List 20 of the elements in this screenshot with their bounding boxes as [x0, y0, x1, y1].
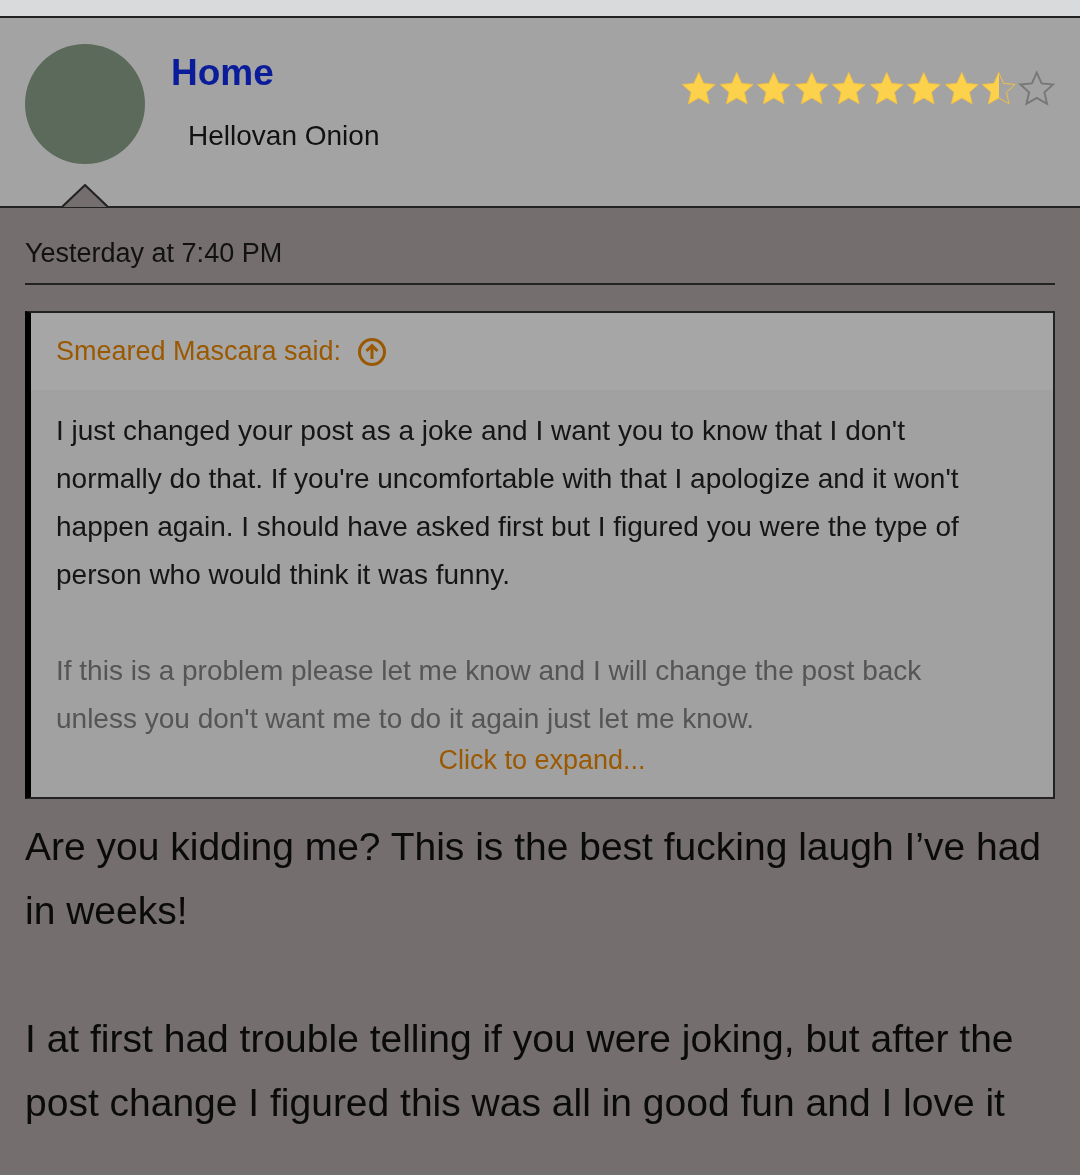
post-paragraph: Are you kidding me? This is the best fucking laugh I’ve had in weeks! [25, 824, 1043, 934]
star-icon [755, 70, 793, 108]
star-icon [980, 70, 1018, 108]
home-link[interactable]: Home [171, 52, 380, 94]
quote-paragraph: If this is a problem please let me know and I will change the post back unless you don't want me to do it again just let me know. [56, 654, 923, 736]
username: Hellovan Onion [188, 120, 380, 152]
quote-paragraph: I just changed your post as a joke and I want you to know that I don't normally do that. If you're uncomfortable with that I apologize and it won't happen again. I should have asked first but I figured you were the type of person who would think it was funny. [56, 414, 960, 592]
post-paragraph: I at first had trouble telling if you were joking, but after the post change I figured this was all in good fun and I love it [25, 1016, 1015, 1126]
star-icon [830, 70, 868, 108]
up-arrow-circle-icon[interactable] [357, 336, 388, 367]
star-icon [905, 70, 943, 108]
star-icon [717, 70, 755, 108]
star-icon [1017, 70, 1055, 108]
quote-author[interactable]: Smeared Mascara said: [56, 336, 342, 367]
expand-link[interactable]: Click to expand... [438, 743, 646, 777]
star-icon [942, 70, 980, 108]
star-icon [792, 70, 830, 108]
star-icon [867, 70, 905, 108]
star-icon [680, 70, 718, 108]
post-timestamp[interactable]: Yesterday at 7:40 PM [25, 238, 283, 268]
